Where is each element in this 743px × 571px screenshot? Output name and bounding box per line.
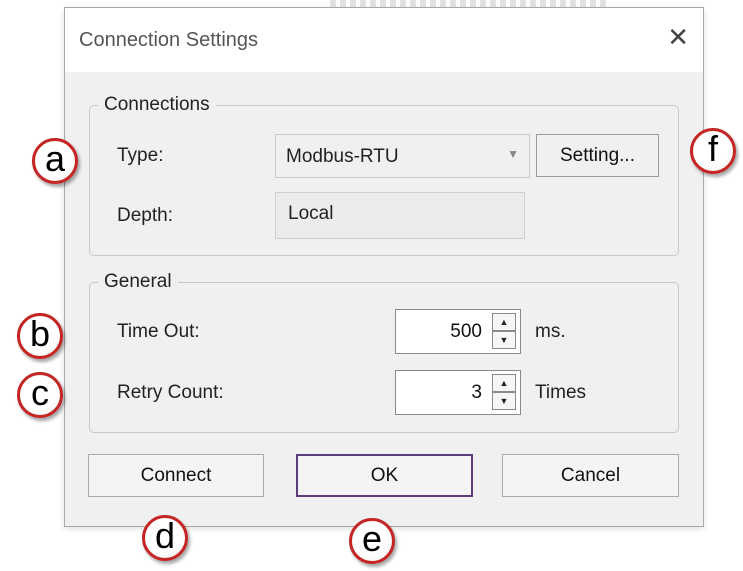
callout-d: d (142, 515, 188, 561)
connections-legend: Connections (104, 94, 210, 115)
callout-b: b (17, 313, 63, 359)
callout-f: f (690, 128, 736, 174)
timeout-stepper[interactable]: 500 ▲ ▼ (395, 309, 521, 354)
type-value: Modbus-RTU (286, 146, 399, 167)
ok-button[interactable]: OK (296, 454, 473, 497)
type-label: Type: (117, 145, 164, 166)
spin-down-icon[interactable]: ▼ (492, 331, 516, 349)
callout-e: e (349, 518, 395, 564)
type-dropdown[interactable]: Modbus-RTU ▼ (275, 134, 530, 178)
dialog-title: Connection Settings (79, 29, 259, 51)
timeout-label: Time Out: (117, 321, 200, 342)
retry-label: Retry Count: (117, 382, 224, 403)
connection-settings-dialog: Connection Settings ✕ Connections Type: … (64, 7, 704, 527)
spin-down-icon[interactable]: ▼ (492, 392, 516, 410)
title-bar: Connection Settings ✕ (65, 8, 703, 72)
retry-value[interactable]: 3 (396, 371, 486, 414)
connect-button[interactable]: Connect (88, 454, 264, 497)
retry-unit: Times (535, 382, 587, 403)
spin-up-icon[interactable]: ▲ (492, 313, 516, 331)
general-legend: General (104, 271, 172, 292)
general-group: General (89, 271, 679, 433)
depth-label: Depth: (117, 205, 173, 226)
callout-c: c (17, 372, 63, 418)
spin-up-icon[interactable]: ▲ (492, 374, 516, 392)
retry-stepper[interactable]: 3 ▲ ▼ (395, 370, 521, 415)
depth-field: Local (275, 192, 525, 239)
cancel-button[interactable]: Cancel (502, 454, 679, 497)
timeout-unit: ms. (535, 321, 566, 342)
callout-a: a (32, 138, 78, 184)
timeout-value[interactable]: 500 (396, 310, 486, 353)
chevron-down-icon: ▼ (507, 147, 519, 161)
depth-value: Local (288, 203, 334, 224)
close-icon[interactable]: ✕ (667, 24, 689, 50)
setting-button[interactable]: Setting... (536, 134, 659, 177)
